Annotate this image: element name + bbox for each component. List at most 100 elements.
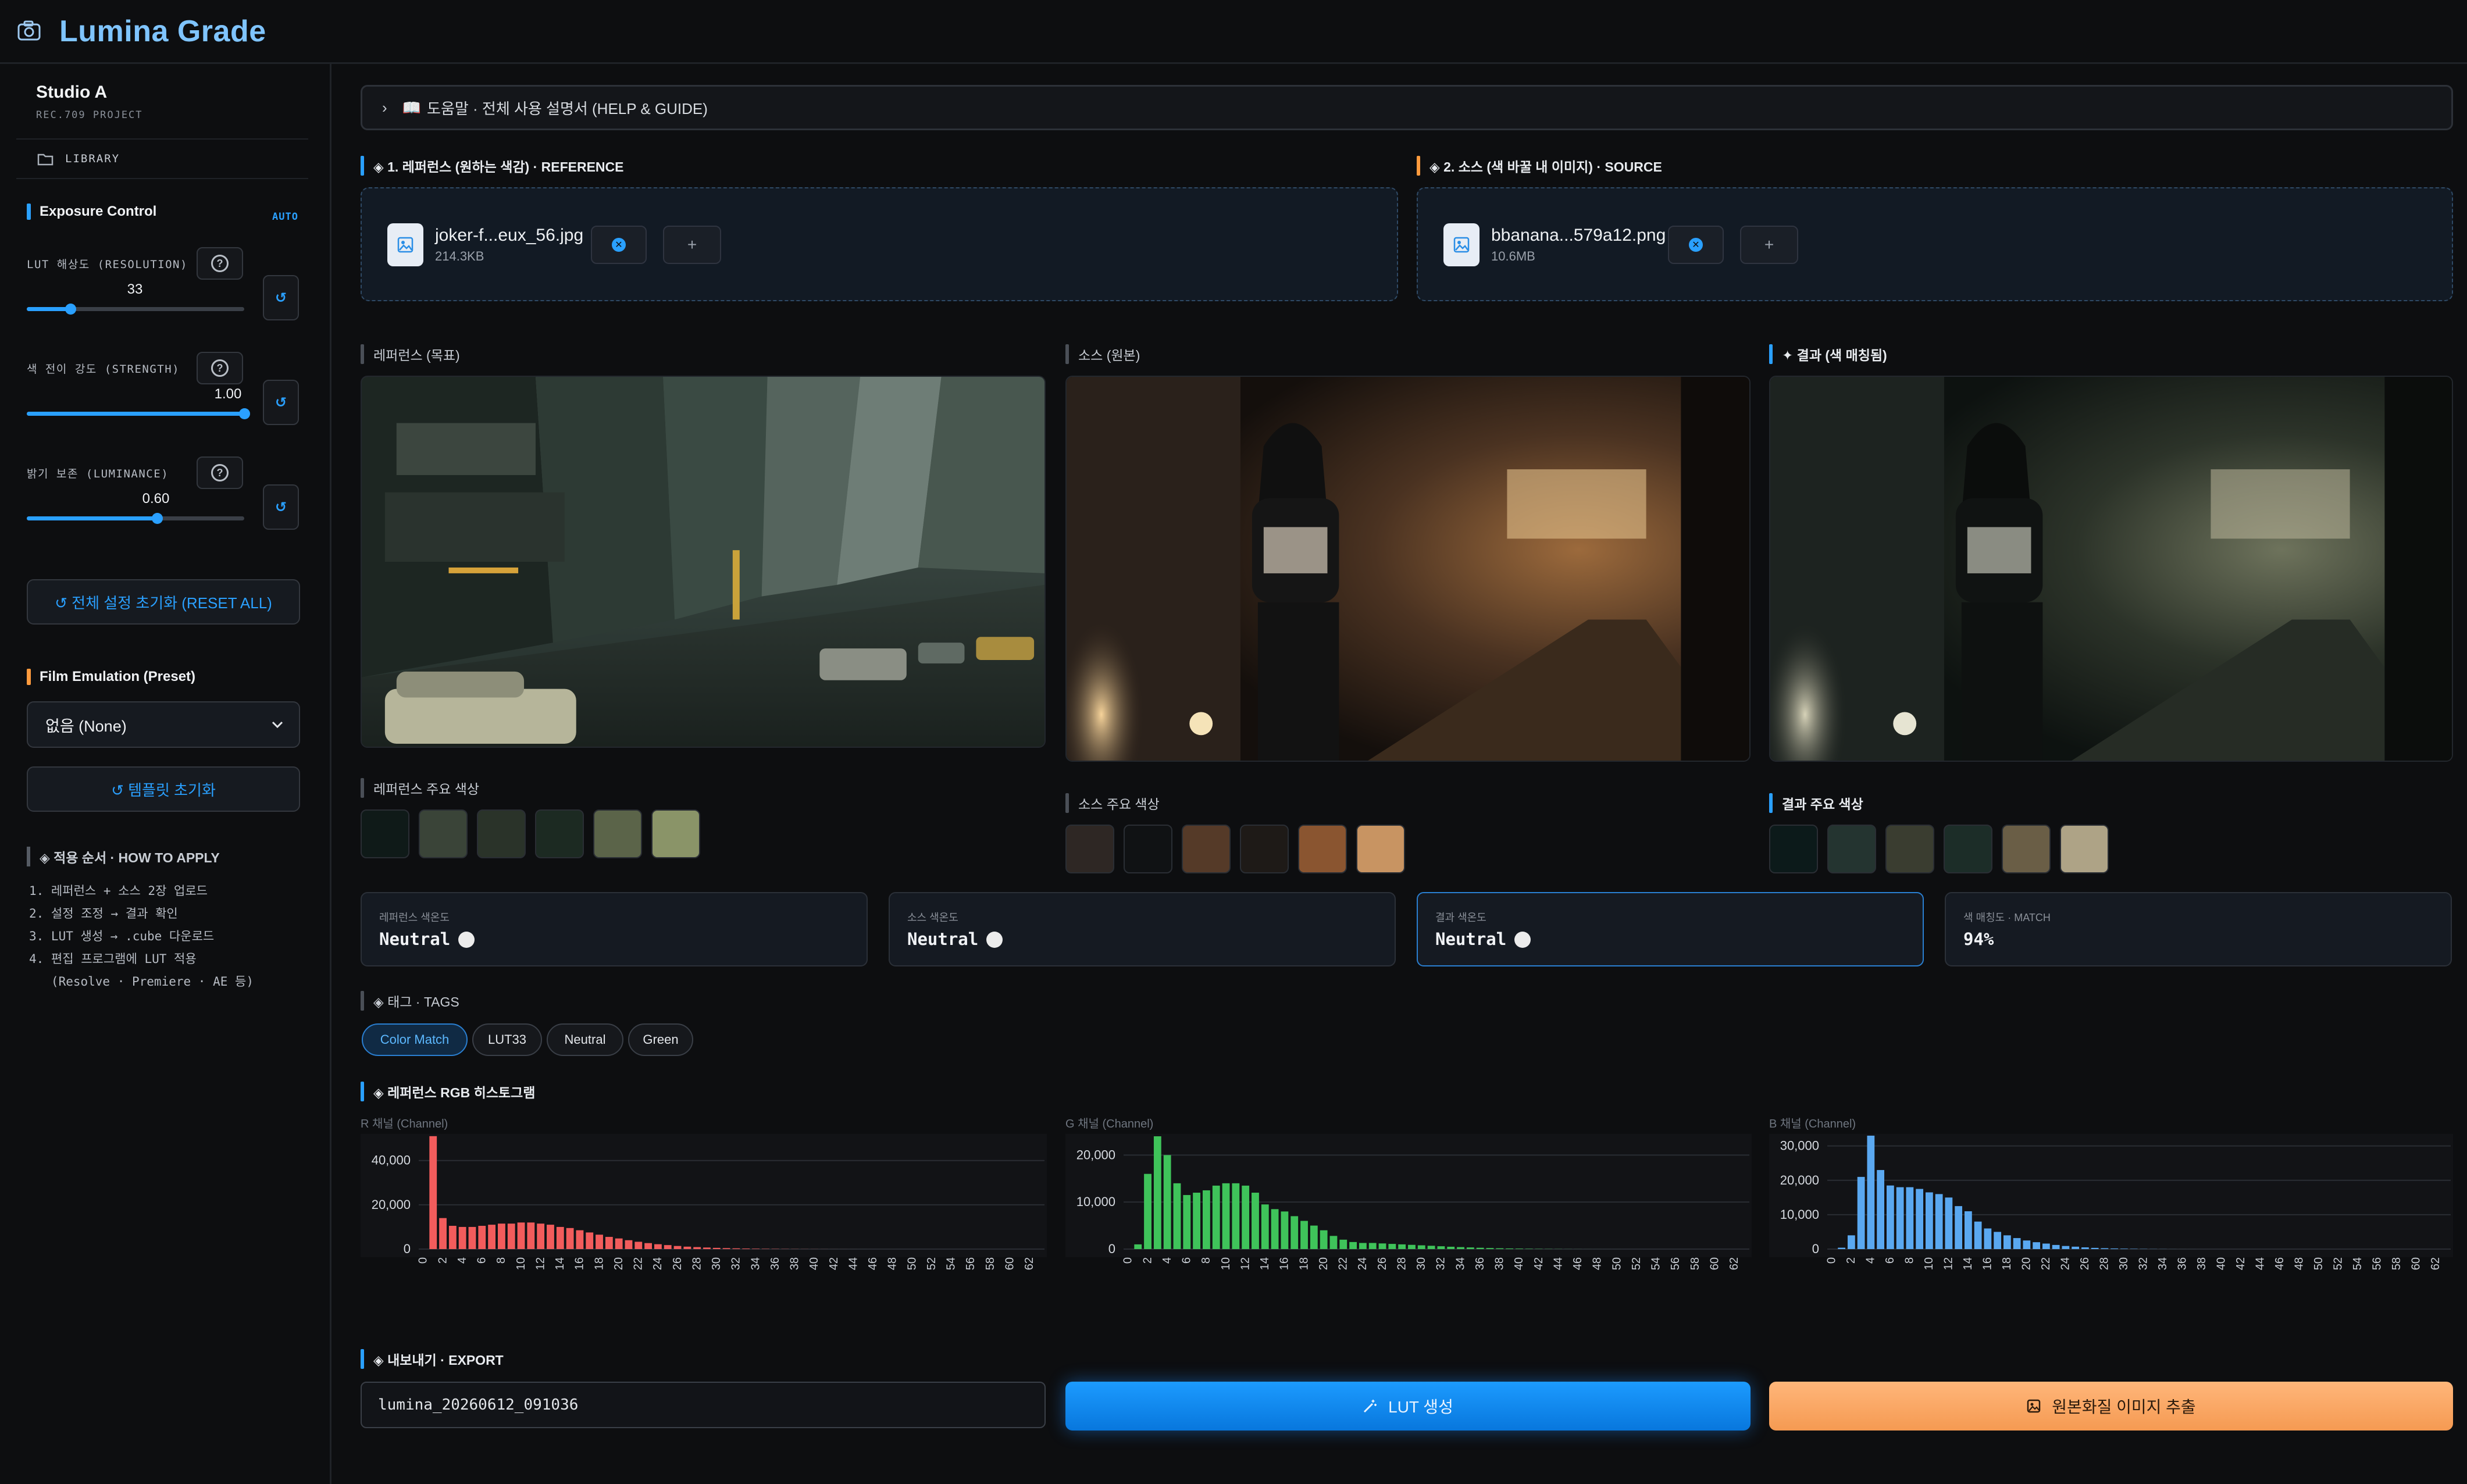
x-tick-label: 14 [554, 1257, 566, 1270]
color-swatch [2060, 825, 2109, 873]
x-tick-label: 56 [964, 1257, 977, 1270]
histogram-bar [547, 1225, 554, 1249]
result-tone-card: 결과 색온도 Neutral [1417, 892, 1924, 966]
export-filename-input[interactable]: lumina_20260612_091036 [361, 1382, 1046, 1428]
x-tick-label: 42 [2234, 1257, 2247, 1270]
folder-icon [37, 154, 54, 166]
luminance-reset-button[interactable]: ↺ [263, 484, 299, 530]
reference-add-button[interactable]: + [663, 226, 721, 264]
x-tick-label: 20 [1317, 1257, 1330, 1270]
match-card: 색 매칭도 · MATCH 94% [1945, 892, 2452, 966]
color-swatch [1356, 825, 1405, 873]
source-remove-button[interactable]: ✕ [1668, 226, 1724, 264]
histogram-title: ◈ 레퍼런스 RGB 히스토그램 [361, 1082, 535, 1101]
luminance-slider[interactable] [27, 513, 244, 524]
histogram-bar [625, 1240, 633, 1249]
histogram-bar [1388, 1244, 1396, 1249]
strength-help-button[interactable]: ? [197, 352, 243, 384]
generate-lut-button[interactable]: LUT 생성 [1065, 1382, 1751, 1431]
histogram-bar [1965, 1211, 1972, 1249]
strength-slider[interactable] [27, 408, 250, 419]
strength-slider-fill [27, 412, 244, 416]
histogram-bar [1516, 1248, 1523, 1249]
film-preset-value: 없음 (None) [45, 717, 127, 735]
source-file-size: 10.6MB [1491, 249, 1535, 263]
resolution-slider[interactable] [27, 304, 244, 315]
resolution-value: 33 [127, 281, 143, 297]
strength-slider-knob[interactable] [239, 408, 250, 419]
auto-badge[interactable]: AUTO [272, 211, 298, 223]
strength-reset-button[interactable]: ↺ [263, 380, 299, 425]
red-histogram: R 채널 (Channel) 0 20,000 40,000 0 2 4 6 8 10 12 14 1… [361, 1114, 1047, 1306]
resolution-slider-knob[interactable] [65, 304, 76, 315]
histogram-bar [507, 1223, 515, 1249]
histogram-bar [615, 1238, 623, 1249]
x-tick-label: 54 [945, 1257, 958, 1270]
source-dropzone[interactable]: bbanana...579a12.png 10.6MB ✕ + [1417, 187, 2453, 301]
histogram-bar [1457, 1247, 1464, 1249]
resolution-reset-button[interactable]: ↺ [263, 275, 299, 320]
color-swatch [1298, 825, 1347, 873]
x-tick-label: 6 [476, 1257, 489, 1264]
histogram-bar [712, 1247, 721, 1249]
histogram-bar [1212, 1185, 1220, 1249]
x-tick-label: 32 [1435, 1257, 1448, 1270]
generate-lut-label: LUT 생성 [1388, 1398, 1453, 1416]
source-add-button[interactable]: + [1740, 226, 1798, 264]
close-icon: ✕ [1689, 238, 1703, 252]
y-tick-label: 30,000 [1780, 1139, 1819, 1153]
film-preset-select[interactable]: 없음 (None) [27, 701, 300, 748]
luminance-help-button[interactable]: ? [197, 456, 243, 489]
histogram-bar [2023, 1240, 2031, 1249]
histogram-bar [2111, 1248, 2118, 1249]
reference-dropzone[interactable]: joker-f...eux_56.jpg 214.3KB ✕ + [361, 187, 1398, 301]
histogram-bar [448, 1226, 457, 1249]
x-tick-label: 52 [2332, 1257, 2345, 1270]
histogram-bar [1984, 1228, 1992, 1249]
library-link[interactable]: LIBRARY [16, 138, 308, 179]
x-tick-label: 60 [1708, 1257, 1721, 1270]
reset-all-button[interactable]: ↺ 전체 설정 초기화 (RESET ALL) [27, 579, 300, 625]
x-tick-label: 12 [1239, 1257, 1252, 1270]
luminance-slider-knob[interactable] [152, 513, 163, 524]
x-tick-label: 2 [1845, 1257, 1858, 1264]
luminance-slider-fill [27, 516, 158, 520]
x-tick-label: 2 [1141, 1257, 1154, 1264]
histogram-bar [644, 1243, 652, 1249]
tag-pill[interactable]: Green [628, 1023, 693, 1056]
x-tick-label: 62 [1728, 1257, 1741, 1270]
histogram-bar [1955, 1206, 1962, 1249]
template-reset-button[interactable]: ↺ 템플릿 초기화 [27, 766, 300, 812]
tag-pill[interactable]: Neutral [547, 1023, 623, 1056]
x-tick-label: 44 [2254, 1257, 2267, 1270]
x-tick-label: 22 [1337, 1257, 1350, 1270]
tag-pill[interactable]: LUT33 [472, 1023, 542, 1056]
y-tick-label: 0 [404, 1242, 411, 1256]
export-image-button[interactable]: 원본화질 이미지 추출 [1769, 1382, 2453, 1431]
histogram-bar [1935, 1194, 1943, 1249]
reference-remove-button[interactable]: ✕ [591, 226, 647, 264]
histogram-bar [1144, 1173, 1151, 1249]
sidebar: Studio A REC.709 PROJECT LIBRARY Exposur… [0, 64, 331, 1484]
x-tick-label: 54 [2351, 1257, 2364, 1270]
x-tick-label: 24 [651, 1257, 664, 1270]
x-tick-label: 2 [436, 1257, 449, 1264]
histogram-bar [1163, 1155, 1171, 1249]
histogram-bar [1339, 1239, 1347, 1249]
color-swatch [1827, 825, 1876, 873]
histogram-bar [596, 1235, 603, 1249]
resolution-help-button[interactable]: ? [197, 247, 243, 280]
histogram-bar [2052, 1244, 2060, 1249]
histogram-bar [1252, 1193, 1259, 1249]
histogram-bar [1887, 1185, 1894, 1249]
x-tick-label: 22 [2040, 1257, 2052, 1270]
x-tick-label: 56 [1669, 1257, 1682, 1270]
y-tick-label: 10,000 [1076, 1194, 1115, 1209]
help-guide-toggle[interactable]: › 📖 도움말 · 전체 사용 설명서 (HELP & GUIDE) [361, 85, 2453, 130]
reference-upload-title: ◈ 1. 레퍼런스 (원하는 색감) · REFERENCE [361, 156, 623, 176]
top-bar: Lumina Grade [0, 0, 2467, 64]
x-tick-label: 36 [1474, 1257, 1486, 1270]
blue-histogram-caption: B 채널 (Channel) [1769, 1118, 1856, 1130]
x-tick-label: 18 [593, 1257, 605, 1270]
tag-pill[interactable]: Color Match [362, 1023, 468, 1056]
